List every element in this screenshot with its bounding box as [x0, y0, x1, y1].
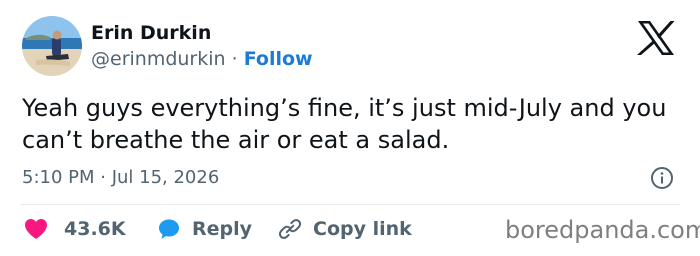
tweet-timestamp[interactable]: 5:10 PM · Jul 15, 2026	[22, 166, 219, 190]
reply-button[interactable]: Reply	[158, 216, 252, 242]
watermark: boredpanda.com	[505, 216, 700, 244]
heart-icon	[25, 219, 47, 239]
copy-link-label: Copy link	[313, 218, 412, 240]
link-icon	[279, 219, 301, 239]
author-handle[interactable]: @erinmdurkin	[91, 48, 226, 70]
divider	[20, 204, 680, 205]
reply-label: Reply	[192, 218, 253, 240]
speech-bubble-icon	[159, 219, 179, 239]
author-handle-row: @erinmdurkin · Follow	[91, 46, 313, 72]
handle-separator: ·	[231, 48, 238, 70]
like-button[interactable]: 43.6K	[24, 216, 126, 242]
avatar[interactable]	[22, 16, 82, 76]
follow-link[interactable]: Follow	[244, 48, 313, 70]
tweet-text: Yeah guys everything’s fine, it’s just m…	[22, 94, 667, 154]
like-count: 43.6K	[64, 218, 126, 240]
copy-link-button[interactable]: Copy link	[279, 216, 412, 242]
info-icon[interactable]	[650, 166, 674, 190]
x-logo-icon[interactable]	[636, 20, 676, 56]
author-display-name[interactable]: Erin Durkin	[91, 20, 211, 46]
avatar-photo	[22, 16, 82, 76]
